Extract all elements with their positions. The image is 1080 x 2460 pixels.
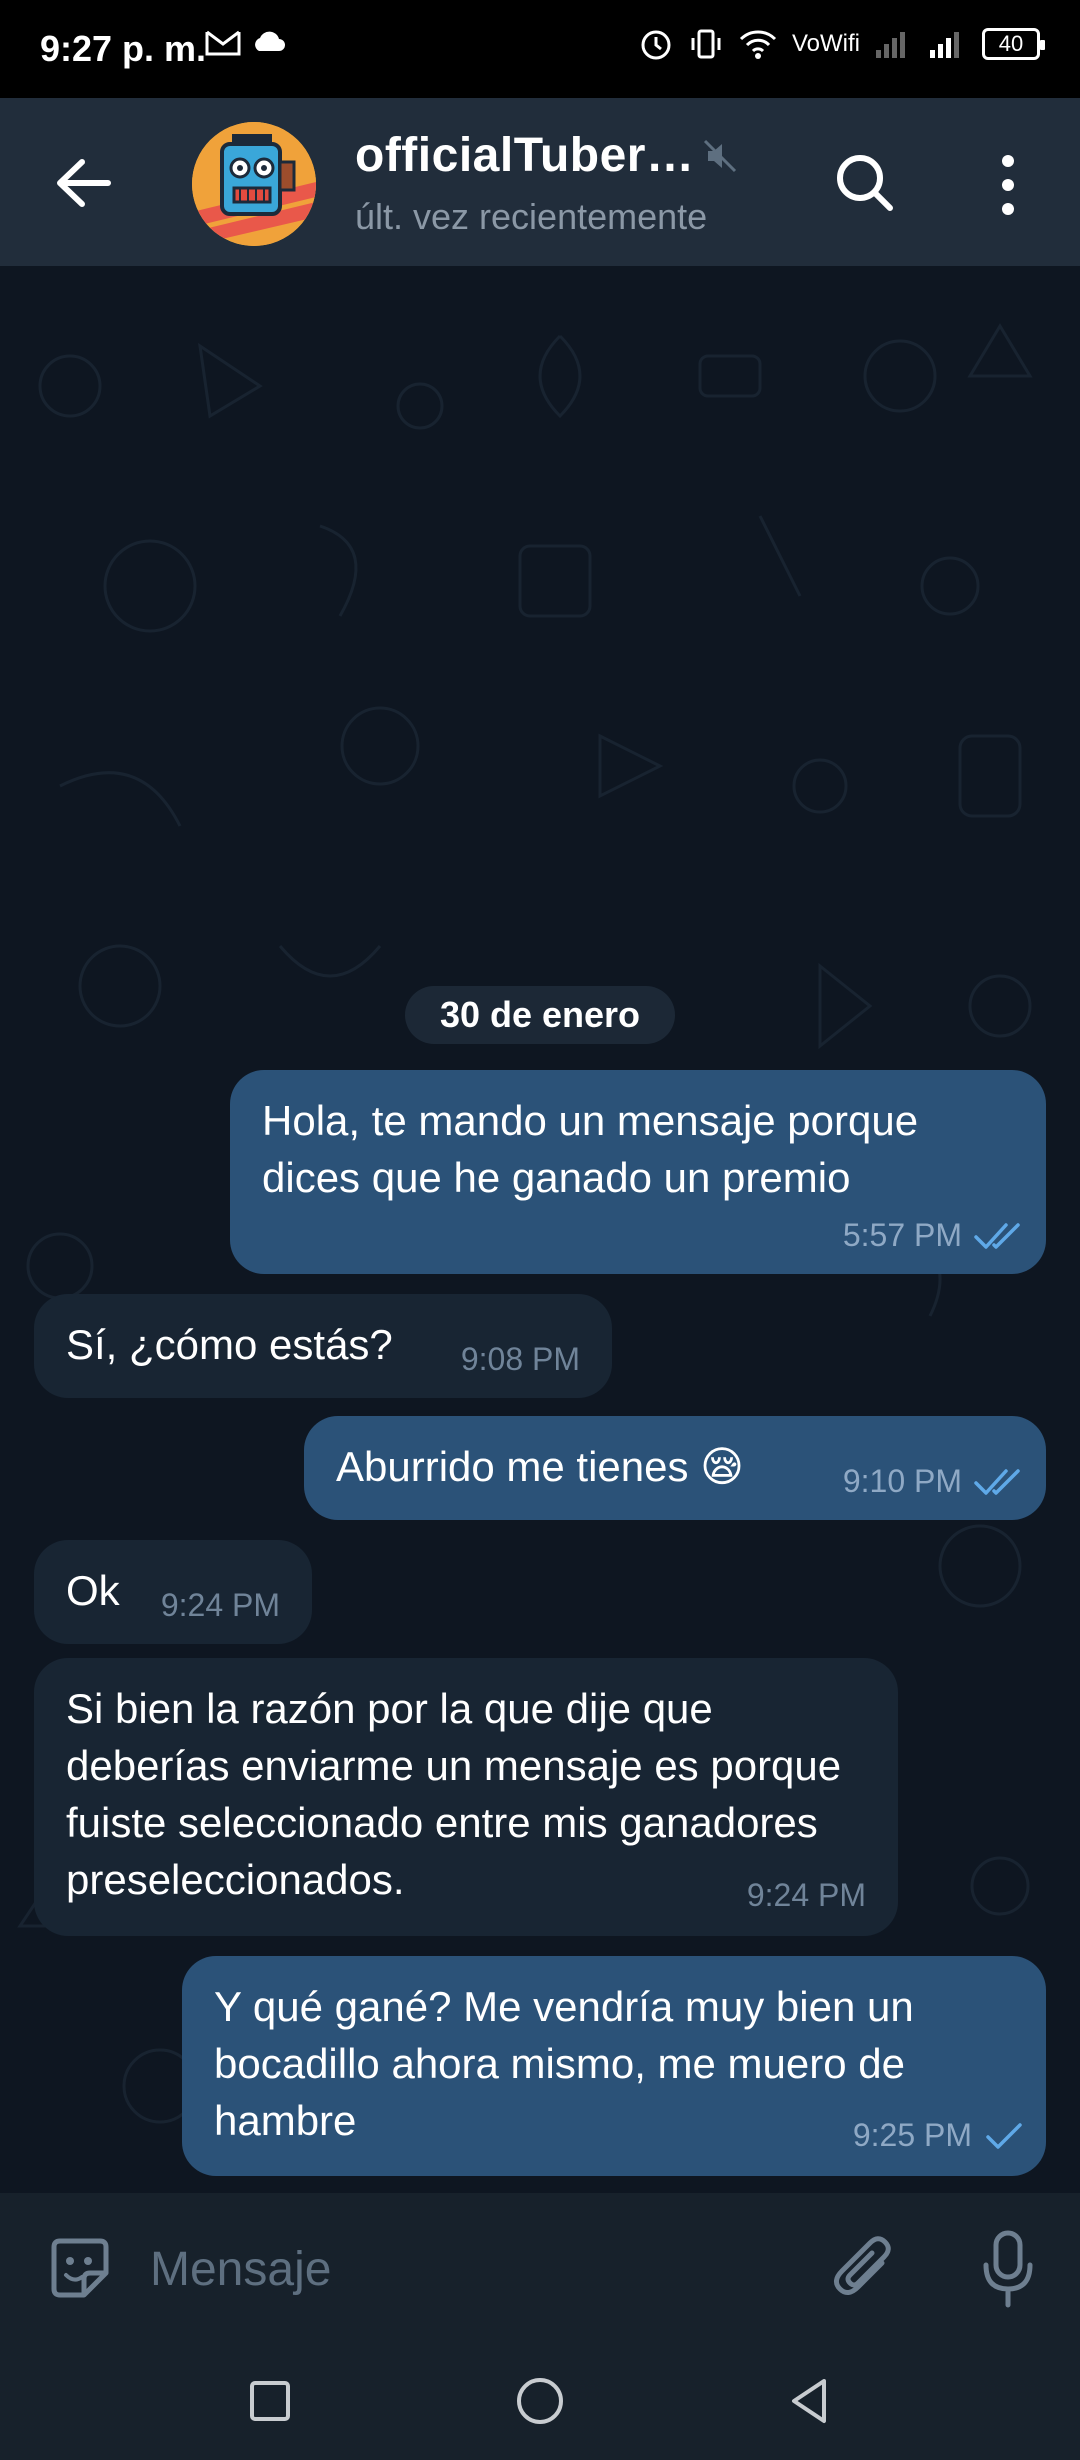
vibrate-icon — [691, 29, 721, 59]
circle-icon[interactable] — [510, 2371, 570, 2431]
battery-level: 40 — [998, 31, 1024, 56]
paperclip-icon[interactable] — [830, 2231, 900, 2307]
microphone-icon[interactable] — [978, 2229, 1038, 2309]
message-bubble-outgoing[interactable]: Y qué gané? Me vendría muy bien un bocad… — [182, 1956, 1046, 2176]
chat-subtitle: últ. vez recientemente — [355, 196, 708, 237]
message-input-bar — [0, 2193, 1080, 2341]
triangle-back-icon[interactable] — [780, 2371, 840, 2431]
signal-icon — [876, 32, 905, 58]
avatar[interactable] — [192, 122, 316, 246]
message-meta: 9:24 PM — [161, 1577, 280, 1634]
double-check-icon — [974, 1222, 1020, 1249]
message-time: 9:24 PM — [746, 1877, 866, 1913]
message-input[interactable] — [150, 2237, 800, 2301]
message-bubble-outgoing[interactable]: Hola, te mando un mensaje porque dices q… — [230, 1070, 1046, 1274]
square-icon[interactable] — [240, 2371, 300, 2431]
wifi-icon — [739, 30, 777, 59]
double-check-icon — [974, 1468, 1020, 1495]
alarm-icon — [641, 30, 671, 60]
message-meta: 9:10 PM — [843, 1453, 1026, 1510]
message-time: 9:10 PM — [842, 1463, 962, 1499]
system-navigation-bar — [0, 2341, 1080, 2460]
message-bubble-incoming[interactable]: Sí, ¿cómo estás? 9:08 PM — [34, 1294, 612, 1398]
message-time: 5:57 PM — [842, 1217, 962, 1253]
chat-area[interactable]: 30 de enero Hola, te mando un mensaje po… — [0, 266, 1080, 2193]
muted-speaker-icon — [703, 139, 737, 173]
message-text: Sí, ¿cómo estás? — [66, 1321, 393, 1368]
signal-icon-2 — [930, 32, 959, 58]
message-meta: 9:25 PM — [853, 2107, 1026, 2164]
message-time: 9:25 PM — [852, 2117, 972, 2153]
battery-icon: 40 — [982, 28, 1045, 60]
message-meta: 5:57 PM — [843, 1207, 1026, 1264]
message-meta: 9:24 PM — [747, 1867, 866, 1924]
robot-avatar-image — [192, 122, 316, 246]
status-right-icons: VoWifi 40 — [638, 26, 1045, 62]
search-icon[interactable] — [830, 148, 900, 218]
message-time: 9:24 PM — [160, 1587, 280, 1623]
message-bubble-incoming[interactable]: Ok 9:24 PM — [34, 1540, 312, 1644]
sticker-emoji-icon[interactable] — [44, 2233, 116, 2305]
cloud-icon — [255, 31, 285, 51]
message-text: Aburrido me tienes 😪 — [336, 1443, 744, 1490]
gmail-icon — [205, 30, 241, 56]
message-bubble-incoming[interactable]: Si bien la razón por la que dije que deb… — [34, 1658, 898, 1936]
status-left-icons — [205, 28, 287, 56]
single-check-icon — [986, 2122, 1022, 2149]
message-text: Ok — [66, 1567, 120, 1614]
message-bubble-outgoing[interactable]: Aburrido me tienes 😪 9:10 PM — [304, 1416, 1046, 1520]
vowifi-label: VoWifi — [791, 30, 860, 57]
message-meta: 9:08 PM — [461, 1331, 580, 1388]
status-time: 9:27 p. m. — [40, 28, 207, 69]
arrow-left-icon[interactable] — [48, 148, 118, 218]
date-separator: 30 de enero — [405, 986, 675, 1044]
chat-header: officialTuber… últ. vez recientemente — [0, 98, 1080, 266]
date-separator-text: 30 de enero — [439, 994, 641, 1035]
message-text: Hola, te mando un mensaje porque dices q… — [262, 1097, 919, 1201]
more-vertical-icon[interactable] — [990, 153, 1026, 217]
status-bar: 9:27 p. m. VoWifi 40 — [0, 0, 1080, 98]
message-time: 9:08 PM — [460, 1341, 580, 1377]
chat-title[interactable]: officialTuber… — [355, 128, 694, 183]
